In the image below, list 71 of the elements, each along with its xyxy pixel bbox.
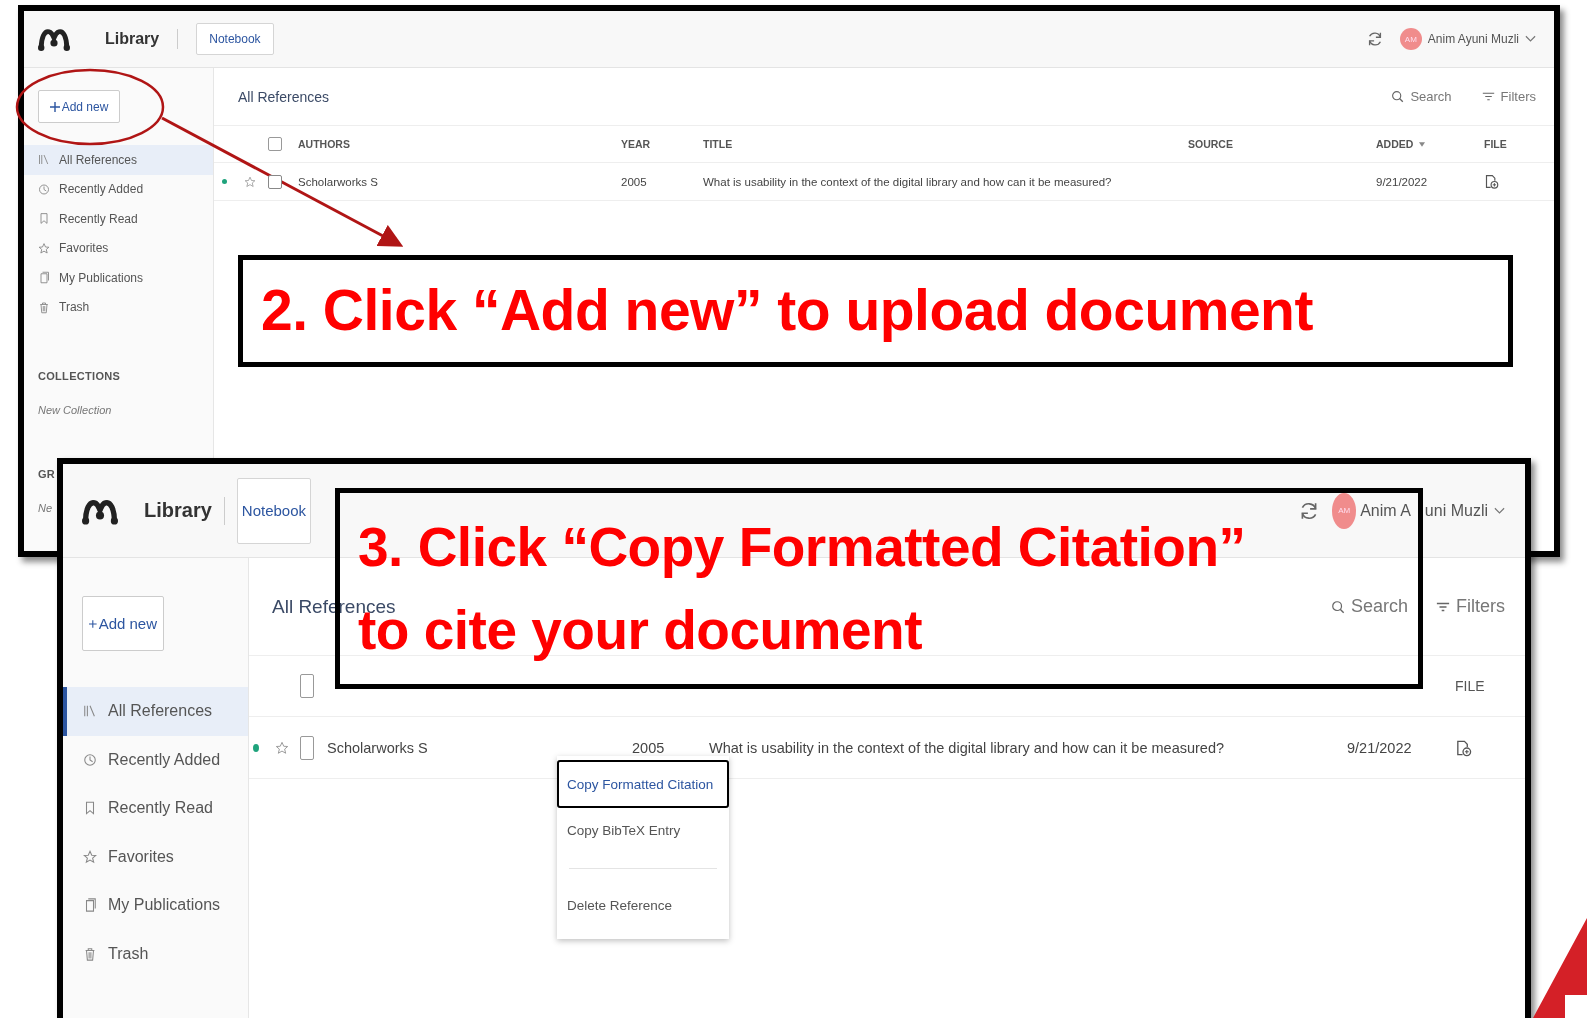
sidebar-item[interactable]: Recently Read [63, 784, 248, 833]
user-name[interactable]: Anim Ayuni Muzli [1427, 32, 1519, 46]
document-icon [38, 271, 50, 285]
sidebar-item[interactable]: Recently Added [24, 174, 213, 204]
menu-item[interactable]: Copy Formatted Citation [557, 760, 729, 808]
library-title: Library [144, 499, 212, 522]
sidebar-item[interactable]: Recently Read [24, 204, 213, 234]
search-icon [1391, 90, 1405, 103]
sidebar-item[interactable]: All References [24, 145, 213, 175]
section-heading: GR [38, 468, 56, 480]
sidebar-item[interactable]: Trash [24, 292, 213, 322]
added-date-cell-text: 9/21/2022 [1376, 175, 1429, 188]
search-button[interactable]: Search [1391, 89, 1452, 104]
sidebar-item[interactable]: Recently Added [63, 735, 248, 784]
chevron-down-icon[interactable] [1525, 35, 1536, 43]
document-icon [83, 896, 97, 915]
column-header[interactable]: YEAR [621, 138, 703, 150]
callout-text: 3. Click “Copy Formatted Citation” [358, 515, 1246, 580]
callout-text: 2. Click “Add new” to upload document [261, 277, 1313, 345]
books-icon [38, 153, 50, 167]
checkbox[interactable] [300, 735, 314, 760]
notebook-button[interactable]: Notebook [236, 477, 312, 544]
clock-icon [38, 182, 50, 196]
checkbox[interactable] [268, 174, 282, 189]
checkbox[interactable] [268, 137, 282, 151]
filters-button[interactable]: Filters [1436, 596, 1505, 617]
sidebar-item[interactable]: Favorites [24, 233, 213, 263]
library-title: Library [105, 30, 160, 48]
sidebar-item[interactable]: Favorites [63, 832, 248, 881]
filter-icon [1481, 90, 1495, 103]
column-header[interactable]: SOURCE [1188, 138, 1376, 150]
new-collection-link[interactable]: Ne [38, 502, 53, 514]
reference-row[interactable]: Scholarworks S 2005 What is usability in the context of the digital library and how can it be measured? 9/21/2022 [214, 163, 1554, 201]
star-icon[interactable] [244, 175, 256, 188]
added-date-cell-text: 9/21/2022 [1347, 739, 1413, 756]
year-cell-text: 2005 [621, 175, 648, 188]
user-name[interactable]: Anim A [1360, 501, 1411, 520]
new-collection-link[interactable]: New Collection [38, 404, 112, 416]
notebook-button[interactable]: Notebook [196, 23, 274, 55]
authors-cell-text: Scholarworks S [298, 175, 379, 188]
menu-item[interactable]: Copy BibTeX Entry [557, 808, 729, 852]
title-cell-text: What is usability in the context of the digital library and how can it be measured? [703, 175, 1113, 188]
sidebar-item[interactable]: Trash [63, 929, 248, 978]
menu-item[interactable]: Delete Reference [557, 883, 729, 927]
checkbox[interactable] [300, 674, 314, 698]
column-header[interactable]: FILE [1484, 138, 1554, 150]
user-name[interactable]: uni Muzli [1424, 501, 1488, 520]
logo-icon [38, 27, 70, 51]
chevron-down-icon[interactable] [1494, 506, 1505, 515]
star-icon [38, 241, 50, 255]
column-header[interactable]: FILE [1455, 678, 1525, 694]
add-new-button[interactable]: Add new [82, 596, 164, 651]
title-cell-text: What is usability in the context of the digital library and how can it be measured? [709, 739, 1226, 756]
add-new-button[interactable]: Add new [38, 90, 120, 123]
filters-button[interactable]: Filters [1481, 89, 1536, 104]
trash-icon [38, 300, 50, 314]
file-add-icon[interactable] [1484, 173, 1499, 190]
sidebar-item[interactable]: All References [63, 687, 248, 736]
sidebar-item[interactable]: My Publications [24, 263, 213, 293]
column-header[interactable]: ADDED [1376, 138, 1484, 150]
year-cell-text: 2005 [632, 739, 666, 756]
bookmark-icon [38, 212, 50, 226]
bookmark-icon [83, 799, 97, 818]
plus-icon [49, 101, 60, 112]
content-title: All References [238, 88, 330, 105]
search-button[interactable]: Search [1330, 596, 1408, 617]
column-header[interactable]: TITLE [703, 138, 1188, 150]
section-heading: COLLECTIONS [38, 370, 121, 382]
column-header[interactable]: AUTHORS [298, 138, 621, 150]
sidebar-item[interactable]: My Publications [63, 881, 248, 930]
authors-cell-text: Scholarworks S [327, 739, 429, 756]
